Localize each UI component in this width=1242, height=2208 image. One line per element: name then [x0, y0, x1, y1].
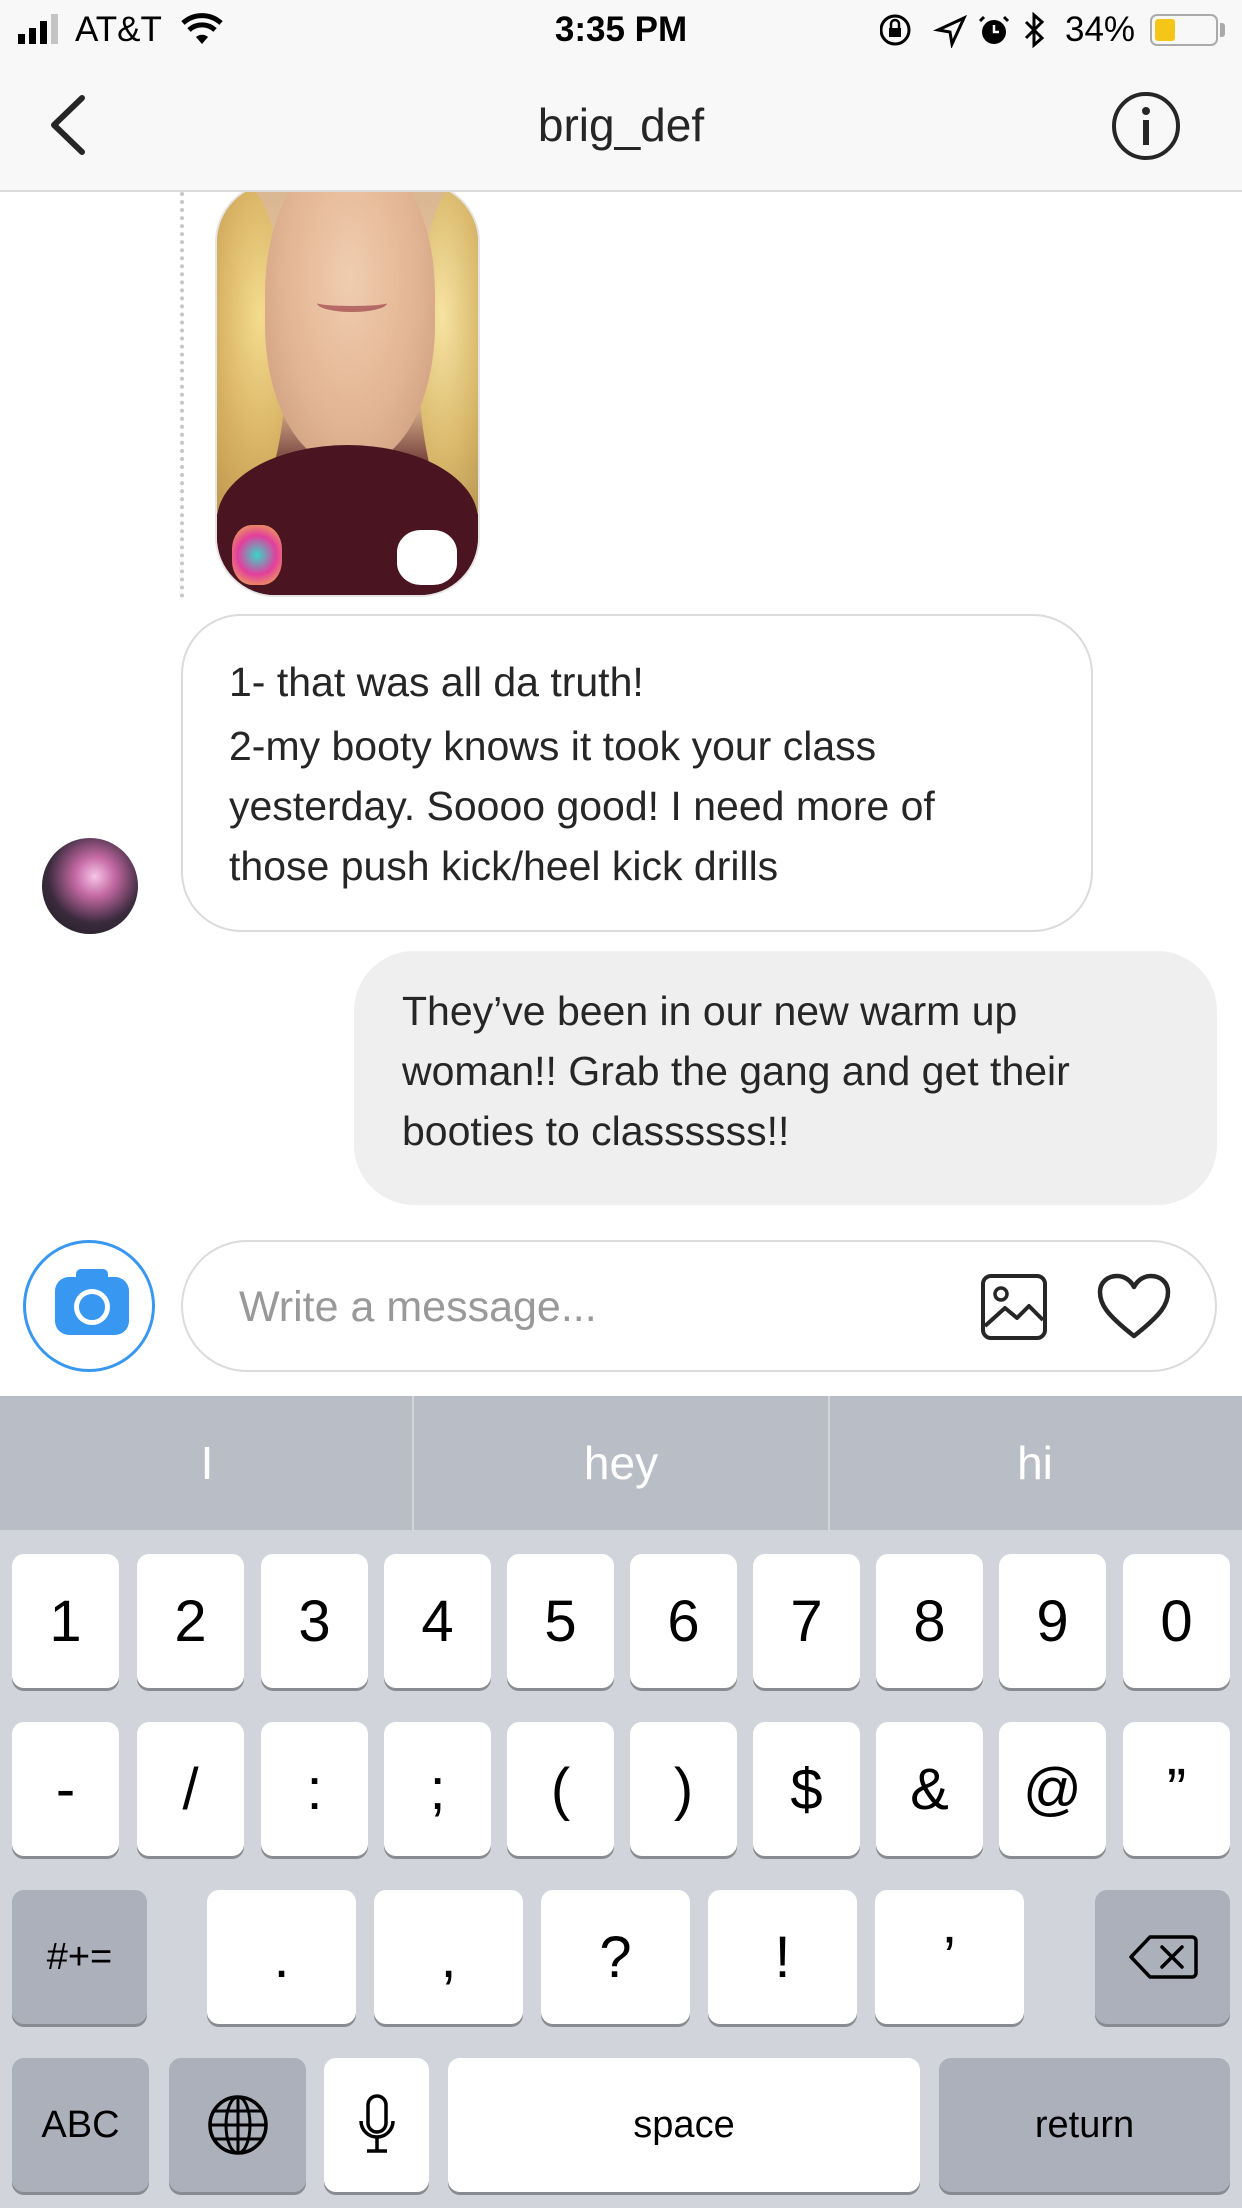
key-2[interactable]: 2 — [137, 1554, 244, 1688]
outgoing-message-text: They’ve been in our new warm up woman!! … — [402, 988, 1070, 1154]
conversation-header: brig_def — [0, 62, 1242, 192]
incoming-message-bubble[interactable]: 1- that was all da truth! 2-my booty kno… — [181, 614, 1093, 932]
key-close-paren[interactable]: ) — [630, 1722, 737, 1856]
unicorn-sticker — [397, 530, 457, 585]
key-open-paren[interactable]: ( — [507, 1722, 614, 1856]
incoming-message-line1: 1- that was all da truth! — [229, 659, 644, 705]
backspace-icon — [1128, 1935, 1198, 1979]
key-5[interactable]: 5 — [507, 1554, 614, 1688]
suggestion-3[interactable]: hi — [828, 1396, 1242, 1530]
alarm-icon — [978, 15, 1010, 44]
incoming-message-line2: 2-my booty knows it took your class yest… — [229, 723, 935, 889]
key-dollar[interactable]: $ — [753, 1722, 860, 1856]
key-9[interactable]: 9 — [999, 1554, 1106, 1688]
message-box — [181, 1240, 1217, 1372]
microphone-icon — [358, 2094, 395, 2153]
key-4[interactable]: 4 — [384, 1554, 491, 1688]
key-apostrophe[interactable]: ’ — [875, 1890, 1024, 2024]
battery-icon — [1150, 14, 1218, 46]
heart-icon[interactable] — [1096, 1272, 1172, 1342]
header-title[interactable]: brig_def — [0, 98, 1242, 152]
message-thread[interactable]: 1- that was all da truth! 2-my booty kno… — [0, 192, 1242, 1232]
message-input[interactable] — [239, 1272, 939, 1342]
reply-thread-line — [180, 192, 184, 598]
key-quote[interactable]: ” — [1123, 1722, 1230, 1856]
key-colon[interactable]: : — [261, 1722, 368, 1856]
keyboard: I hey hi 1 2 3 4 5 6 7 8 9 0 - / : ; ( )… — [0, 1396, 1242, 2208]
abc-key[interactable]: ABC — [12, 2058, 149, 2192]
suggestion-bar: I hey hi — [0, 1396, 1242, 1530]
dictation-key[interactable] — [324, 2058, 429, 2192]
message-composer — [0, 1232, 1242, 1396]
key-1[interactable]: 1 — [12, 1554, 119, 1688]
space-key[interactable]: space — [448, 2058, 920, 2192]
key-comma[interactable]: , — [374, 1890, 523, 2024]
orientation-lock-icon — [880, 14, 911, 46]
location-icon — [932, 14, 968, 48]
suggestion-1[interactable]: I — [0, 1396, 414, 1530]
key-7[interactable]: 7 — [753, 1554, 860, 1688]
key-exclamation[interactable]: ! — [708, 1890, 857, 2024]
sender-avatar[interactable] — [42, 838, 138, 934]
key-8[interactable]: 8 — [876, 1554, 983, 1688]
delete-key[interactable] — [1095, 1890, 1230, 2024]
battery-fill — [1155, 19, 1175, 41]
photo-mouth — [317, 294, 387, 312]
key-hyphen[interactable]: - — [12, 1722, 119, 1856]
status-bar: AT&T 3:35 PM 34% — [0, 0, 1242, 62]
key-at[interactable]: @ — [999, 1722, 1106, 1856]
key-ampersand[interactable]: & — [876, 1722, 983, 1856]
outgoing-message-bubble[interactable]: They’ve been in our new warm up woman!! … — [354, 951, 1217, 1205]
key-0[interactable]: 0 — [1123, 1554, 1230, 1688]
key-period[interactable]: . — [207, 1890, 356, 2024]
story-reply-photo[interactable] — [215, 192, 480, 597]
info-icon[interactable] — [1110, 90, 1182, 162]
key-semicolon[interactable]: ; — [384, 1722, 491, 1856]
symbols-key[interactable]: #+= — [12, 1890, 147, 2024]
camera-lens — [74, 1289, 110, 1325]
camera-button[interactable] — [23, 1240, 155, 1372]
key-3[interactable]: 3 — [261, 1554, 368, 1688]
key-slash[interactable]: / — [137, 1722, 244, 1856]
suggestion-2[interactable]: hey — [414, 1396, 828, 1530]
image-icon[interactable] — [979, 1272, 1049, 1342]
battery-percent: 34% — [1065, 10, 1136, 49]
battery-nub — [1220, 23, 1225, 37]
bluetooth-icon — [1024, 12, 1045, 48]
rainbow-sticker — [232, 525, 282, 585]
globe-key[interactable] — [169, 2058, 306, 2192]
photo-face — [265, 192, 435, 464]
globe-icon — [207, 2095, 268, 2155]
key-6[interactable]: 6 — [630, 1554, 737, 1688]
return-key[interactable]: return — [939, 2058, 1230, 2192]
key-question[interactable]: ? — [541, 1890, 690, 2024]
